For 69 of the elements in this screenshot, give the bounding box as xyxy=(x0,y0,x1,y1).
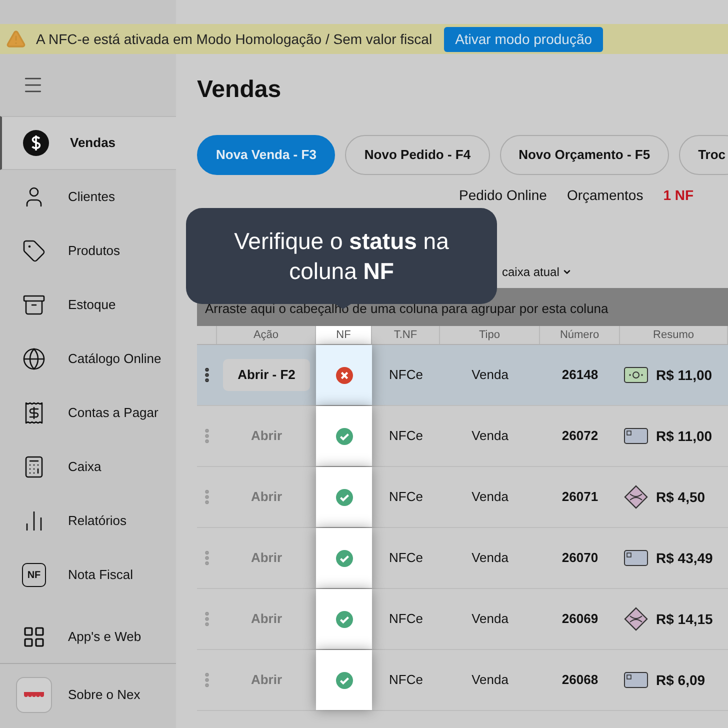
table-cell-text: NFCe xyxy=(388,671,424,690)
table-cell-text: R$ 6,09 xyxy=(656,670,706,690)
table-cell-text: 26070 xyxy=(560,549,600,568)
table-cell-text: Venda xyxy=(470,671,510,690)
sidebar-item[interactable]: Catálogo Online xyxy=(0,332,176,386)
grid-icon xyxy=(22,624,46,648)
table-cell-text: 26072 xyxy=(560,427,600,446)
sidebar-item[interactable]: Produtos xyxy=(0,224,176,278)
action-button[interactable]: Novo Pedido - F4 xyxy=(345,135,490,175)
table-cell-text: NFCe xyxy=(388,610,424,628)
column-header[interactable]: Resumo xyxy=(620,326,728,344)
table-cell-text: NFCe xyxy=(388,488,424,506)
column-header[interactable]: Tipo xyxy=(440,326,540,344)
sidebar-item[interactable]: NF Nota Fiscal xyxy=(0,548,176,602)
table-cell-text: 26069 xyxy=(560,610,600,628)
table-cell-text: Venda xyxy=(470,366,510,384)
table-cell-text: R$ 14,15 xyxy=(656,610,713,628)
banner-message: A NFC-e está ativada em Modo Homologação / Sem valor fiscal xyxy=(36,30,432,49)
open-button[interactable]: Abrir - F2 xyxy=(222,359,310,391)
table-cell-text: NFCe xyxy=(388,366,424,384)
column-header[interactable]: Número xyxy=(540,326,620,344)
tooltip-text: Verifique o status na coluna NF xyxy=(233,227,450,286)
table-cell-text: R$ 43,49 xyxy=(656,548,713,568)
column-header[interactable]: NF xyxy=(316,326,372,344)
sidebar-footer-label[interactable]: Sobre o Nex xyxy=(68,685,140,705)
dollar-icon xyxy=(23,130,49,156)
sidebar-item[interactable]: Clientes xyxy=(0,170,176,224)
sidebar-item[interactable]: Relatórios xyxy=(0,494,176,548)
tab[interactable]: Orçamentos xyxy=(566,184,644,206)
sidebar-item[interactable]: Contas a Pagar xyxy=(0,386,176,440)
credit-card-icon xyxy=(624,428,648,444)
box-icon xyxy=(22,293,46,317)
caret-icon xyxy=(562,267,572,277)
pix-icon xyxy=(624,607,648,631)
action-button[interactable]: Troc xyxy=(679,135,728,175)
table-row[interactable]: Abrir - F2 NFCe Venda 26148 R$ 11,00 xyxy=(197,345,728,406)
tab[interactable]: Pedido Online xyxy=(459,184,547,206)
table-cell-text: 26071 xyxy=(560,488,600,506)
credit-card-icon xyxy=(624,672,648,688)
activate-production-button[interactable]: Ativar modo produção xyxy=(444,26,604,52)
table-cell-text: 26148 xyxy=(560,366,600,384)
action-button[interactable]: Nova Venda - F3 xyxy=(197,135,336,175)
table-cell-text: R$ 11,00 xyxy=(656,426,712,446)
table-cell-text: 26068 xyxy=(560,671,600,690)
filter-dropdown[interactable]: caixa atual xyxy=(502,263,572,281)
nf-badge: NF xyxy=(22,563,46,587)
table-cell-text: NFCe xyxy=(388,549,424,568)
sidebar-item[interactable]: Caixa xyxy=(0,440,176,494)
tag-icon xyxy=(22,239,46,263)
table-cell-text: Venda xyxy=(470,549,510,568)
credit-card-icon xyxy=(624,550,648,566)
table-cell-text: R$ 11,00 xyxy=(656,366,712,384)
action-button[interactable]: Novo Orçamento - F5 xyxy=(500,135,670,175)
column-header[interactable]: T.NF xyxy=(372,326,440,344)
app-logo xyxy=(16,677,52,713)
sidebar-item[interactable]: Vendas xyxy=(0,116,176,170)
sidebar-item[interactable]: App's e Web xyxy=(0,610,176,664)
tab[interactable]: 1 NF xyxy=(663,184,694,206)
table-cell-text: Venda xyxy=(470,427,510,446)
sidebar-item[interactable]: Estoque xyxy=(0,278,176,332)
banknote-icon xyxy=(624,367,648,383)
table-cell-text: NFCe xyxy=(388,427,424,446)
page-title: Vendas xyxy=(197,75,282,105)
table-cell-text: R$ 4,50 xyxy=(656,488,706,506)
warning-icon xyxy=(6,29,26,49)
table-cell-text: Venda xyxy=(470,488,510,506)
table-cell-text: Venda xyxy=(470,610,510,628)
globe-icon xyxy=(22,347,46,371)
pix-icon xyxy=(624,485,648,509)
